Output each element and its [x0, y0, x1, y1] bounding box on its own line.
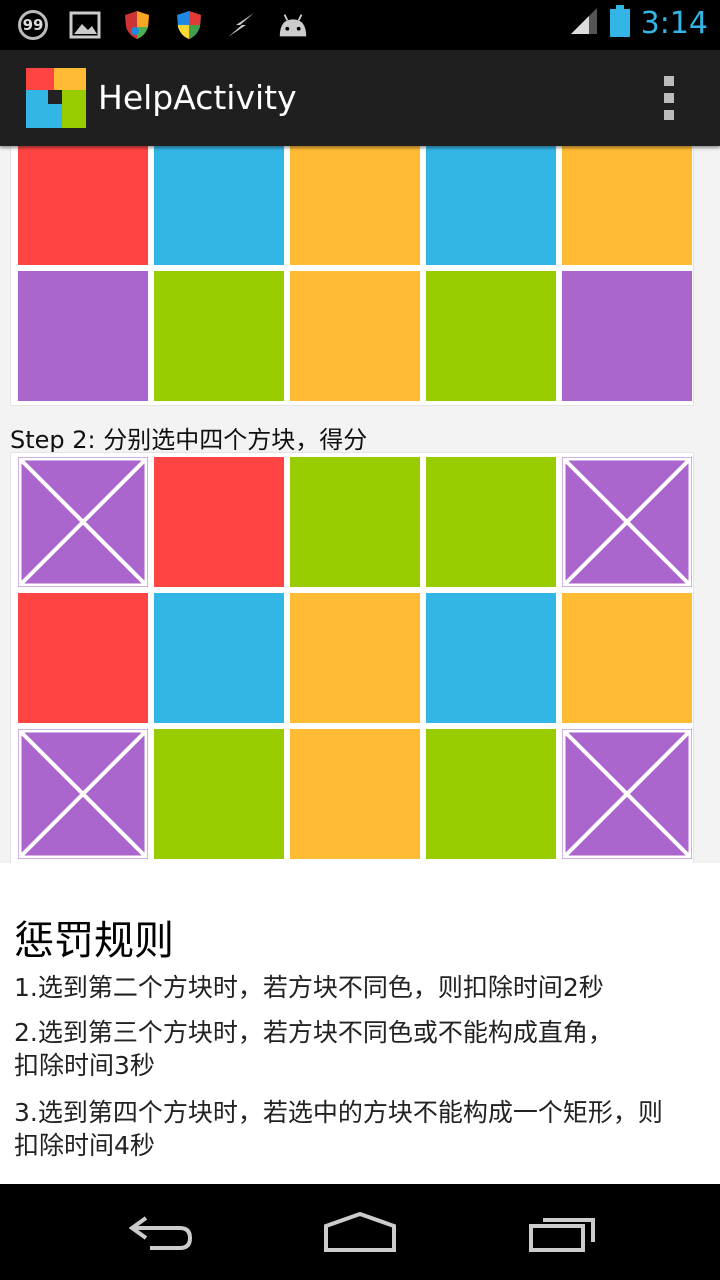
status-system-icons: 3:14	[569, 4, 708, 42]
grid-tile-green	[426, 457, 556, 587]
grid-tile-green	[426, 729, 556, 859]
navigation-bar	[0, 1184, 720, 1280]
grid-tile-purple-selected	[562, 457, 692, 587]
grid-tile-purple-selected	[18, 457, 148, 587]
grid-tile-blue	[426, 593, 556, 723]
battery-icon	[609, 4, 631, 42]
grid-tile-blue	[154, 146, 284, 265]
grid-tile-red	[154, 457, 284, 587]
grid-tile-purple	[562, 271, 692, 401]
grid-tile-purple-selected	[18, 729, 148, 859]
lightning-icon	[224, 8, 258, 42]
grid-tile-purple-selected	[562, 729, 692, 859]
example-grid-step1	[10, 146, 694, 406]
notification-count: 99	[18, 10, 48, 40]
back-icon[interactable]	[116, 1204, 206, 1260]
step2-label: Step 2: 分别选中四个方块，得分	[10, 426, 368, 454]
help-content: Step 2: 分别选中四个方块，得分 惩罚规则 1.选到第二个方块时，若方块不…	[0, 146, 720, 1184]
grid-tile-red	[18, 146, 148, 265]
grid-tile-green	[426, 271, 556, 401]
grid-tile-orange	[562, 146, 692, 265]
penalty-rules-title: 惩罚规则	[14, 918, 174, 964]
grid-tile-orange	[290, 271, 420, 401]
shield-icon	[172, 8, 206, 42]
grid-tile-orange	[562, 593, 692, 723]
action-bar: HelpActivity	[0, 50, 720, 146]
penalty-rule-1: 1.选到第二个方块时，若方块不同色，则扣除时间2秒	[14, 973, 604, 1002]
image-icon	[68, 8, 102, 42]
signal-icon	[569, 6, 599, 40]
shield-icon	[120, 8, 154, 42]
grid-tile-orange	[290, 146, 420, 265]
android-icon	[276, 8, 310, 42]
clock: 3:14	[640, 5, 708, 41]
status-bar: 99 3:14	[0, 0, 720, 50]
grid-tile-green	[290, 457, 420, 587]
grid-tile-green	[154, 729, 284, 859]
notification-99-icon: 99	[16, 8, 50, 42]
penalty-rules-panel: 惩罚规则 1.选到第二个方块时，若方块不同色，则扣除时间2秒 2.选到第三个方块…	[0, 863, 720, 1184]
grid-tile-orange	[290, 729, 420, 859]
grid-tile-red	[18, 593, 148, 723]
app-logo-icon[interactable]	[26, 68, 86, 128]
grid-tile-blue	[154, 593, 284, 723]
grid-tile-blue	[426, 146, 556, 265]
recent-apps-icon[interactable]	[518, 1204, 608, 1260]
grid-tile-green	[154, 271, 284, 401]
penalty-rule-3: 3.选到第四个方块时，若选中的方块不能构成一个矩形，则扣除时间4秒	[14, 1098, 663, 1160]
page-title: HelpActivity	[98, 78, 297, 117]
home-icon[interactable]	[315, 1204, 405, 1260]
grid-tile-purple	[18, 271, 148, 401]
penalty-rule-2: 2.选到第三个方块时，若方块不同色或不能构成直角，扣除时间3秒	[14, 1018, 613, 1080]
grid-tile-orange	[290, 593, 420, 723]
more-vert-icon[interactable]	[662, 76, 676, 120]
example-grid-step2	[10, 452, 694, 870]
status-notification-icons: 99	[16, 8, 310, 42]
